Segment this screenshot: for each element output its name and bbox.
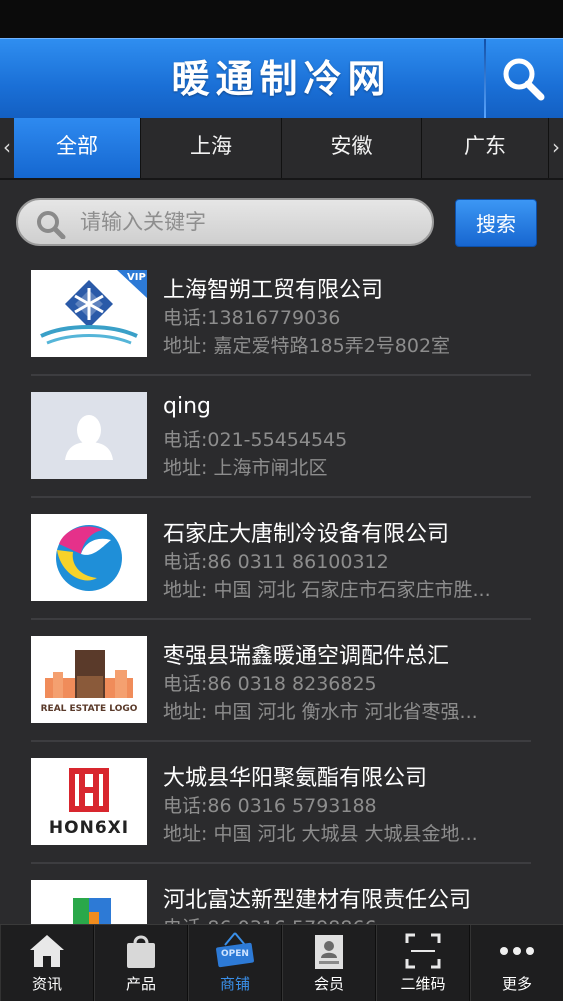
tab-anhui[interactable]: 安徽 — [282, 118, 422, 178]
company-phone: 电话:86 0318 8236825 — [163, 673, 377, 695]
search-icon — [503, 58, 545, 101]
region-tabs: ‹ 全部 上海 安徽 广东 › — [0, 118, 563, 180]
company-name: 枣强县瑞鑫暖通空调配件总汇 — [163, 644, 450, 669]
tab-all[interactable]: 全部 — [14, 118, 141, 178]
default-avatar-icon — [31, 392, 147, 479]
nav-members[interactable]: 会员 — [282, 925, 376, 1001]
blocks-logo-icon — [31, 880, 147, 924]
nav-label: 更多 — [501, 975, 532, 993]
company-address: 地址: 中国 河北 大城县 大城县金地... — [163, 823, 478, 845]
company-name: 上海智朔工贸有限公司 — [163, 278, 384, 303]
nav-news[interactable]: 资讯 — [0, 925, 94, 1001]
nav-label: 资讯 — [31, 975, 62, 993]
vip-badge: VIP — [127, 272, 146, 283]
search-input[interactable]: 请输入关键字 — [16, 198, 434, 246]
company-name: 大城县华阳聚氨酯有限公司 — [163, 766, 428, 791]
snowflake-logo-icon — [31, 270, 147, 357]
status-bar — [0, 0, 563, 38]
company-logo — [31, 880, 147, 924]
tab-shanghai[interactable]: 上海 — [141, 118, 282, 178]
nav-shops[interactable]: OPEN 商铺 — [188, 925, 282, 1001]
company-name: 石家庄大唐制冷设备有限公司 — [163, 522, 450, 547]
tabs-right-arrow-icon[interactable]: › — [549, 118, 563, 178]
company-name: qing — [163, 394, 211, 419]
divider — [31, 740, 531, 742]
company-phone: 电话:021-55454545 — [163, 429, 348, 451]
divider — [31, 618, 531, 620]
company-address: 地址: 中国 河北 衡水市 河北省枣强... — [163, 701, 478, 723]
company-logo — [31, 514, 147, 601]
member-card-icon — [315, 935, 343, 969]
list-item[interactable]: 石家庄大唐制冷设备有限公司 电话:86 0311 86100312 地址: 中国… — [0, 506, 563, 628]
logo-caption: HON6XI — [48, 818, 130, 838]
company-phone: 电话:86 0316 5793188 — [163, 795, 377, 817]
company-address: 地址: 上海市闸北区 — [163, 457, 328, 479]
list-item[interactable]: qing 电话:021-55454545 地址: 上海市闸北区 — [0, 384, 563, 506]
nav-qrcode[interactable]: 二维码 — [376, 925, 470, 1001]
open-sign-text: OPEN — [221, 949, 249, 959]
company-address: 地址: 嘉定爱特路185弄2号802室 — [163, 335, 451, 357]
app-header: 暖通制冷网 — [0, 38, 563, 119]
header-search-button[interactable] — [486, 39, 563, 119]
company-logo: REAL ESTATE LOGO — [31, 636, 147, 723]
nav-label: 二维码 — [400, 975, 446, 993]
color-ball-logo-icon — [31, 514, 147, 601]
bag-icon — [127, 935, 155, 968]
nav-label: 会员 — [313, 975, 344, 993]
more-icon — [500, 947, 534, 955]
search-bar: 请输入关键字 搜索 — [0, 180, 563, 262]
company-name: 河北富达新型建材有限责任公司 — [163, 888, 472, 913]
tabs-left-arrow-icon[interactable]: ‹ — [0, 118, 14, 178]
company-phone: 电话:86 0316 5798866 — [163, 913, 377, 924]
tab-guangdong[interactable]: 广东 — [422, 118, 549, 178]
divider — [31, 374, 531, 376]
nav-label: 商铺 — [219, 975, 250, 993]
bottom-nav: 资讯 产品 OPEN 商铺 会员 二维码 更多 — [0, 924, 563, 1001]
company-list: VIP 上海智朔工贸有限公司 电话:13816779036 地址: 嘉定爱特路1… — [0, 262, 563, 924]
search-placeholder: 请输入关键字 — [80, 210, 206, 234]
list-item[interactable]: VIP 上海智朔工贸有限公司 电话:13816779036 地址: 嘉定爱特路1… — [0, 262, 563, 384]
search-button[interactable]: 搜索 — [455, 199, 537, 247]
divider — [31, 496, 531, 498]
home-icon — [30, 935, 64, 967]
company-address: 地址: 中国 河北 石家庄市石家庄市胜... — [163, 579, 491, 601]
nav-more[interactable]: 更多 — [470, 925, 563, 1001]
magnifier-icon — [37, 211, 66, 239]
logo-caption: REAL ESTATE LOGO — [40, 704, 138, 714]
company-logo: HON6XI — [31, 758, 147, 845]
nav-products[interactable]: 产品 — [94, 925, 188, 1001]
company-phone: 电话:86 0311 86100312 — [163, 551, 389, 573]
page-title: 暖通制冷网 — [171, 56, 392, 101]
list-item[interactable]: 河北富达新型建材有限责任公司 电话:86 0316 5798866 — [0, 872, 563, 924]
company-logo — [31, 392, 147, 479]
list-item[interactable]: HON6XI 大城县华阳聚氨酯有限公司 电话:86 0316 5793188 地… — [0, 750, 563, 872]
divider — [31, 862, 531, 864]
list-item[interactable]: REAL ESTATE LOGO 枣强县瑞鑫暖通空调配件总汇 电话:86 031… — [0, 628, 563, 750]
nav-label: 产品 — [125, 975, 156, 993]
company-phone: 电话:13816779036 — [163, 307, 341, 329]
company-logo: VIP — [31, 270, 147, 357]
qr-scan-icon — [405, 933, 441, 969]
